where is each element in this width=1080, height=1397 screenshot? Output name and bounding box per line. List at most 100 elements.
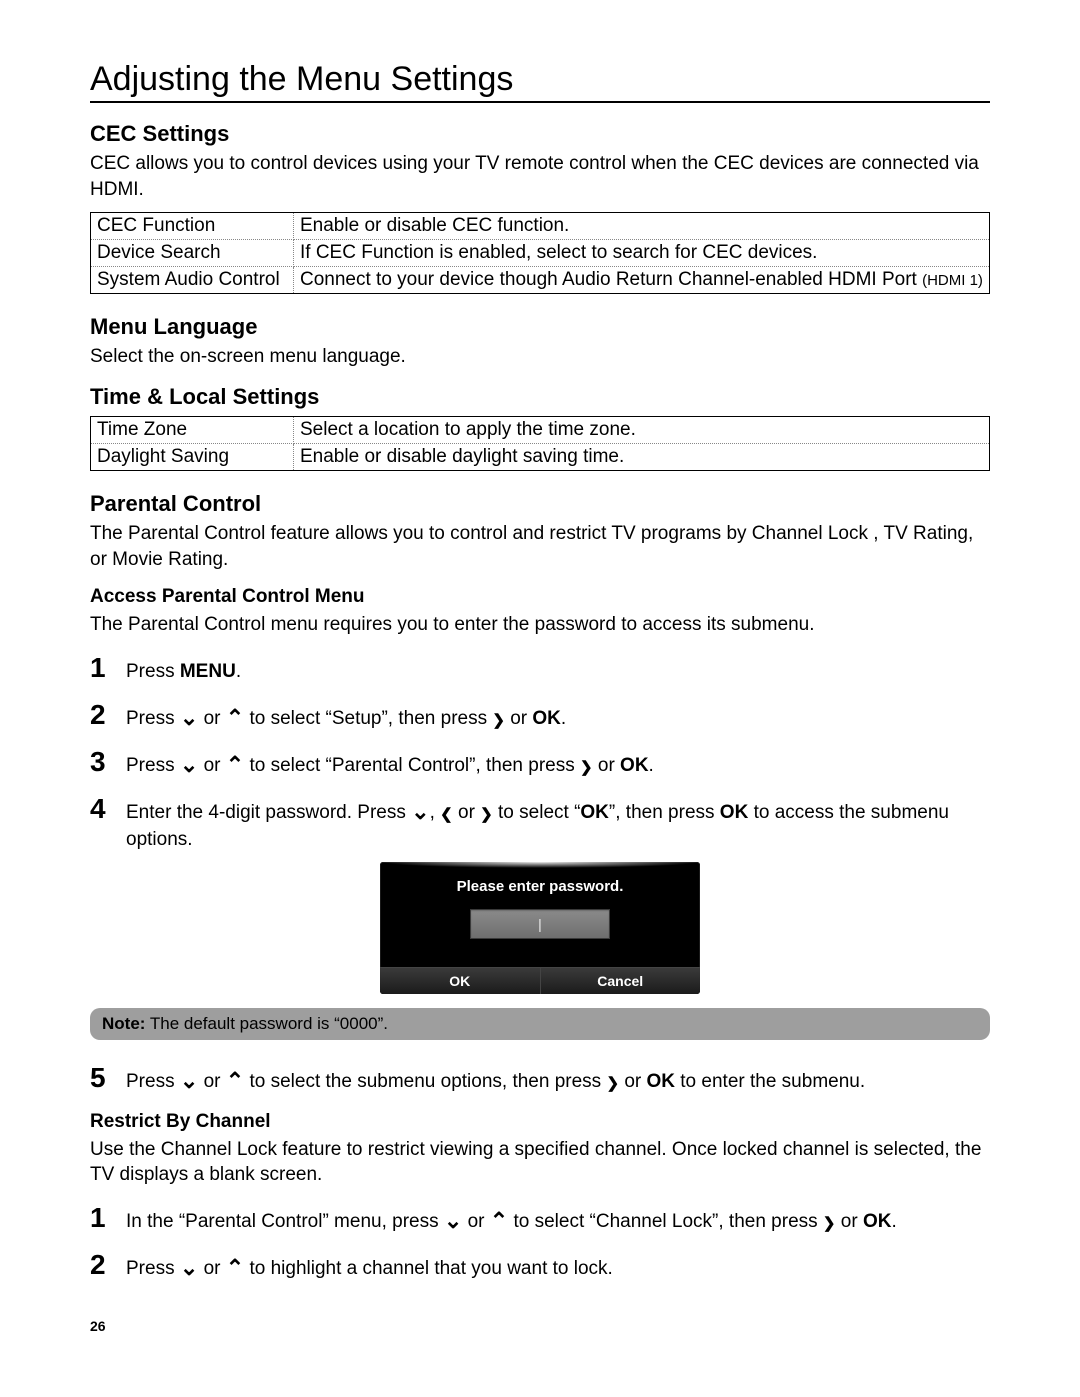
step-2: 2 Press or to select “Setup”, then press… — [90, 695, 990, 734]
cec-row3-desc: Connect to your device though Audio Retu… — [294, 267, 990, 294]
step-4: 4 Enter the 4-digit password. Press , or… — [90, 789, 990, 853]
step-3: 3 Press or to select “Parental Control”,… — [90, 742, 990, 781]
chevron-down-icon — [411, 801, 429, 823]
text: Press — [126, 661, 180, 682]
chevron-up-icon — [226, 1257, 244, 1279]
chevron-right-icon — [606, 1073, 619, 1091]
text: or — [593, 755, 620, 776]
text: to select “Setup”, then press — [244, 708, 492, 729]
text: or — [836, 1211, 863, 1232]
text: Enter the 4-digit password. Press — [126, 802, 411, 823]
chevron-down-icon — [180, 754, 198, 776]
step-number: 4 — [90, 789, 108, 828]
chevron-up-icon — [226, 754, 244, 776]
cancel-button[interactable]: Cancel — [540, 968, 701, 994]
cec-row3-desc-text: Connect to your device though Audio Retu… — [300, 269, 922, 290]
cec-row1-label: CEC Function — [91, 213, 294, 240]
heading-time: Time & Local Settings — [90, 384, 990, 410]
time-table: Time Zone Select a location to apply the… — [90, 416, 990, 471]
text: ”, then press — [609, 802, 720, 823]
text: or — [198, 1258, 225, 1279]
cec-row3-label: System Audio Control — [91, 267, 294, 294]
ok-label: OK — [720, 802, 749, 823]
ok-label: OK — [863, 1211, 892, 1232]
text: . — [649, 755, 654, 776]
ok-button[interactable]: OK — [380, 968, 540, 994]
chevron-up-icon — [226, 707, 244, 729]
note-label: Note: — [102, 1014, 145, 1033]
restrict-step-2: 2 Press or to highlight a channel that y… — [90, 1245, 990, 1284]
heading-access-parental: Access Parental Control Menu — [90, 586, 990, 608]
step-number: 1 — [90, 648, 108, 687]
access-steps-continued: 5 Press or to select the submenu options… — [90, 1058, 990, 1097]
ok-label: OK — [580, 802, 609, 823]
text: . — [236, 661, 241, 682]
step-number: 1 — [90, 1198, 108, 1237]
text: or — [198, 1071, 225, 1092]
table-row: CEC Function Enable or disable CEC funct… — [91, 213, 990, 240]
heading-parental: Parental Control — [90, 491, 990, 517]
cec-row2-label: Device Search — [91, 240, 294, 267]
table-row: Device Search If CEC Function is enabled… — [91, 240, 990, 267]
text: Press — [126, 708, 180, 729]
password-dialog-wrap: Please enter password. OK Cancel — [90, 862, 990, 994]
text: or — [619, 1071, 646, 1092]
step-number: 2 — [90, 695, 108, 734]
step-number: 2 — [90, 1245, 108, 1284]
chevron-right-icon — [823, 1213, 836, 1231]
chevron-down-icon — [180, 707, 198, 729]
heading-menu-language: Menu Language — [90, 314, 990, 340]
dialog-button-bar: OK Cancel — [380, 967, 700, 994]
step-5: 5 Press or to select the submenu options… — [90, 1058, 990, 1097]
title-rule — [90, 101, 990, 103]
chevron-down-icon — [180, 1257, 198, 1279]
cec-table: CEC Function Enable or disable CEC funct… — [90, 212, 990, 294]
table-row: Daylight Saving Enable or disable daylig… — [91, 443, 990, 470]
text: or — [505, 708, 532, 729]
table-row: Time Zone Select a location to apply the… — [91, 416, 990, 443]
page-title: Adjusting the Menu Settings — [90, 60, 990, 99]
password-prompt: Please enter password. — [380, 868, 700, 909]
text: . — [891, 1211, 896, 1232]
ok-label: OK — [647, 1071, 676, 1092]
access-parental-desc: The Parental Control menu requires you t… — [90, 612, 990, 638]
note-text: The default password is “0000”. — [145, 1014, 388, 1033]
cec-row1-desc: Enable or disable CEC function. — [294, 213, 990, 240]
text: to select “Parental Control”, then press — [244, 755, 580, 776]
restrict-desc: Use the Channel Lock feature to restrict… — [90, 1137, 990, 1188]
menu-language-desc: Select the on-screen menu language. — [90, 344, 990, 370]
chevron-left-icon — [440, 804, 453, 822]
chevron-down-icon — [180, 1070, 198, 1092]
password-field[interactable] — [470, 909, 610, 939]
text: or — [198, 708, 225, 729]
parental-desc: The Parental Control feature allows you … — [90, 521, 990, 572]
restrict-step-1: 1 In the “Parental Control” menu, press … — [90, 1198, 990, 1237]
time-row2-label: Daylight Saving — [91, 443, 294, 470]
text: to select the submenu options, then pres… — [244, 1071, 606, 1092]
text: to select “ — [493, 802, 581, 823]
heading-restrict: Restrict By Channel — [90, 1111, 990, 1133]
access-steps: 1 Press MENU. 2 Press or to select “Setu… — [90, 648, 990, 854]
page-number: 26 — [90, 1318, 990, 1334]
restrict-steps: 1 In the “Parental Control” menu, press … — [90, 1198, 990, 1284]
text: to enter the submenu. — [675, 1071, 865, 1092]
heading-cec: CEC Settings — [90, 121, 990, 147]
cec-desc: CEC allows you to control devices using … — [90, 151, 990, 202]
chevron-up-icon — [226, 1070, 244, 1092]
chevron-right-icon — [480, 804, 493, 822]
ok-label: OK — [532, 708, 561, 729]
step-1: 1 Press MENU. — [90, 648, 990, 687]
text: . — [561, 708, 566, 729]
chevron-down-icon — [444, 1210, 462, 1232]
text: to highlight a channel that you want to … — [244, 1258, 613, 1279]
menu-label: MENU — [180, 661, 236, 682]
text: to select “Channel Lock”, then press — [508, 1211, 823, 1232]
text: Press — [126, 755, 180, 776]
chevron-right-icon — [492, 710, 505, 728]
text: or — [198, 755, 225, 776]
text: or — [462, 1211, 489, 1232]
time-row2-desc: Enable or disable daylight saving time. — [294, 443, 990, 470]
time-row1-label: Time Zone — [91, 416, 294, 443]
cec-row3-desc-small: (HDMI 1) — [922, 272, 983, 289]
text: , — [430, 802, 441, 823]
